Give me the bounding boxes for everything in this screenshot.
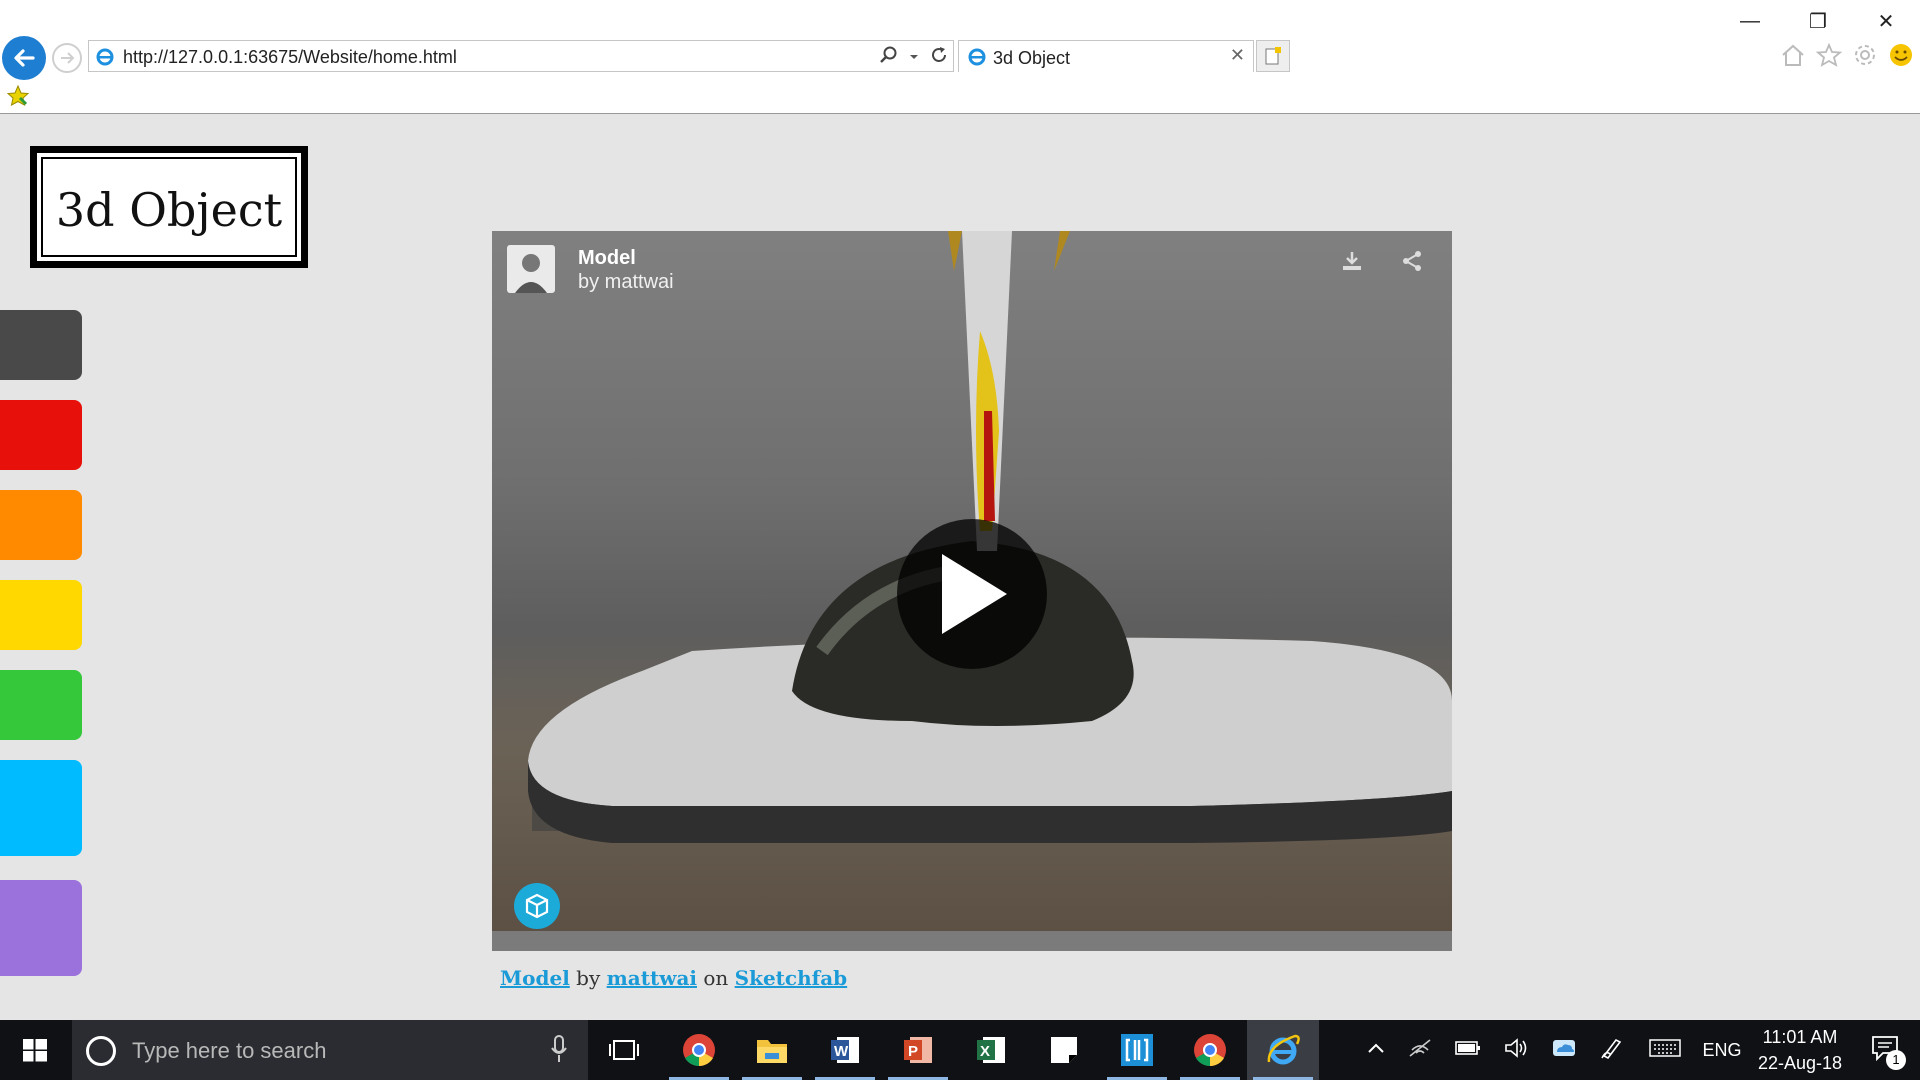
color-swatch-purple[interactable]	[0, 880, 82, 976]
language-indicator[interactable]: ENG	[1694, 1040, 1750, 1061]
taskbar-app-blue[interactable]	[1101, 1020, 1173, 1080]
dropdown-icon[interactable]	[909, 49, 919, 67]
taskbar-excel[interactable]: X	[955, 1020, 1027, 1080]
internet-explorer-icon	[1267, 1034, 1300, 1065]
browser-chrome: http://127.0.0.1:63675/Website/home.html…	[0, 0, 1920, 114]
close-tab-icon[interactable]: ✕	[1230, 45, 1245, 66]
sticky-notes-icon	[1051, 1037, 1077, 1063]
sketchfab-cube-icon	[525, 893, 549, 919]
sketchfab-link[interactable]: Sketchfab	[735, 966, 848, 990]
folder-icon	[757, 1040, 787, 1063]
chrome-icon	[683, 1034, 715, 1067]
wifi-icon[interactable]	[1396, 1038, 1444, 1063]
ie-page-icon	[95, 47, 115, 72]
sketchfab-viewer[interactable]: Model by mattwai	[492, 231, 1452, 951]
svg-text:X: X	[980, 1043, 990, 1060]
model-link[interactable]: Model	[500, 966, 570, 990]
forward-arrow-icon	[61, 52, 75, 64]
volume-icon[interactable]	[1492, 1037, 1540, 1064]
color-swatch-dark-gray[interactable]	[0, 310, 82, 380]
viewer-progress-bar	[492, 931, 1452, 951]
battery-icon[interactable]	[1444, 1040, 1492, 1061]
tab-3d-object[interactable]: 3d Object ✕	[958, 40, 1254, 72]
clock-date: 22-Aug-18	[1757, 1053, 1843, 1073]
back-arrow-icon	[14, 49, 35, 67]
pen-icon[interactable]	[1588, 1036, 1636, 1065]
powerpoint-icon: P	[904, 1037, 932, 1063]
taskbar-file-explorer[interactable]	[736, 1020, 808, 1080]
excel-icon: X	[977, 1037, 1005, 1063]
windows-logo-icon	[23, 1039, 47, 1062]
favorites-star-icon[interactable]	[1815, 42, 1843, 72]
ie-tab-icon	[967, 47, 987, 72]
page-content: 3d Object Model by mattwai Model by matt…	[0, 114, 1920, 1020]
favorites-bar-icon[interactable]	[6, 84, 30, 114]
chrome-icon-2	[1194, 1034, 1226, 1067]
cortana-icon	[86, 1036, 116, 1066]
url-text[interactable]: http://127.0.0.1:63675/Website/home.html	[123, 47, 457, 68]
taskbar: Type here to search W P X ENG 11:01 AM 2…	[0, 1020, 1920, 1080]
taskbar-powerpoint[interactable]: P	[882, 1020, 954, 1080]
onedrive-icon[interactable]	[1540, 1038, 1588, 1063]
taskbar-word[interactable]: W	[809, 1020, 881, 1080]
home-icon[interactable]	[1780, 43, 1806, 72]
new-tab-icon	[1265, 47, 1281, 65]
tab-title: 3d Object	[993, 48, 1071, 68]
taskbar-chrome-2[interactable]	[1174, 1020, 1246, 1080]
author-avatar[interactable]	[507, 245, 555, 293]
taskbar-search-box[interactable]: Type here to search	[72, 1020, 588, 1080]
download-icon[interactable]	[1340, 249, 1364, 278]
show-hidden-icons[interactable]	[1356, 1041, 1396, 1059]
address-bar[interactable]: http://127.0.0.1:63675/Website/home.html	[88, 40, 954, 72]
play-button[interactable]	[897, 519, 1047, 669]
taskbar-sticky-notes[interactable]	[1028, 1020, 1100, 1080]
restore-icon[interactable]: ❐	[1784, 0, 1852, 42]
close-window-icon[interactable]: ✕	[1852, 0, 1920, 42]
svg-text:W: W	[834, 1043, 849, 1060]
microphone-icon[interactable]	[550, 1034, 568, 1069]
forward-button[interactable]	[52, 43, 82, 73]
touch-keyboard-icon[interactable]	[1636, 1038, 1694, 1063]
sketchfab-logo-button[interactable]	[514, 883, 560, 929]
action-center-icon[interactable]: 1	[1850, 1035, 1920, 1070]
notification-count-badge: 1	[1886, 1049, 1906, 1070]
browser-toolbar	[1780, 42, 1914, 73]
credit-on-text: on	[703, 966, 729, 990]
svg-text:P: P	[908, 1043, 918, 1060]
taskbar-chrome[interactable]	[663, 1020, 735, 1080]
color-swatch-orange[interactable]	[0, 490, 82, 560]
site-logo[interactable]: 3d Object	[30, 146, 308, 268]
feedback-smiley-icon[interactable]	[1888, 42, 1914, 73]
color-swatch-yellow[interactable]	[0, 580, 82, 650]
refresh-icon[interactable]	[929, 45, 949, 70]
clock-time: 11:01 AM	[1762, 1027, 1838, 1047]
credit-by-text: by	[576, 966, 601, 990]
author-link[interactable]: mattwai	[607, 966, 697, 990]
word-icon: W	[831, 1037, 859, 1063]
bracket-app-icon	[1121, 1034, 1153, 1066]
window-controls: — ❐ ✕	[1716, 0, 1920, 42]
model-credit: Model by mattwai on Sketchfab	[500, 966, 847, 990]
taskbar-internet-explorer[interactable]	[1247, 1020, 1319, 1080]
search-placeholder: Type here to search	[132, 1038, 327, 1063]
model-author[interactable]: by mattwai	[578, 271, 674, 294]
play-icon	[942, 554, 1007, 634]
task-view-button[interactable]	[588, 1020, 660, 1080]
minimize-icon[interactable]: —	[1716, 0, 1784, 42]
share-icon[interactable]	[1400, 249, 1424, 278]
task-view-icon	[609, 1040, 639, 1060]
color-swatch-blue[interactable]	[0, 760, 82, 856]
logo-text: 3d Object	[55, 183, 283, 237]
color-swatch-red[interactable]	[0, 400, 82, 470]
clock[interactable]: 11:01 AM 22-Aug-18	[1750, 1024, 1850, 1076]
settings-gear-icon[interactable]	[1852, 42, 1878, 73]
system-tray: ENG 11:01 AM 22-Aug-18 1	[1356, 1020, 1920, 1080]
new-tab-button[interactable]	[1256, 40, 1290, 72]
model-title[interactable]: Model	[578, 247, 636, 270]
back-button[interactable]	[2, 36, 46, 80]
color-swatch-green[interactable]	[0, 670, 82, 740]
start-button[interactable]	[0, 1020, 70, 1080]
search-icon[interactable]	[879, 45, 899, 70]
